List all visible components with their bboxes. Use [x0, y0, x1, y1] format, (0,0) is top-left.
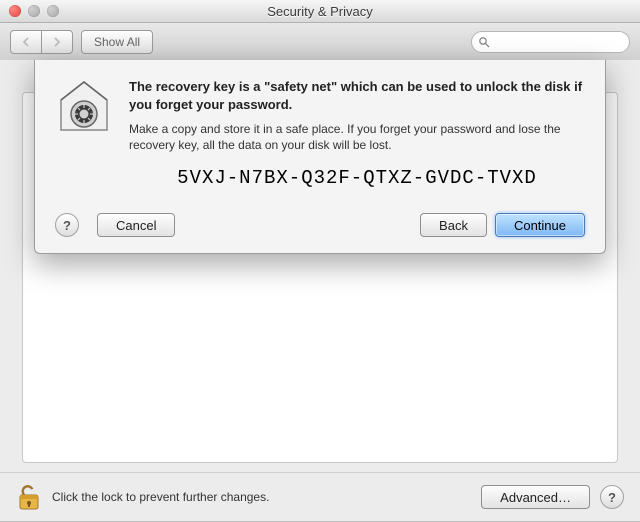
window-title: Security & Privacy: [0, 4, 640, 19]
cancel-label: Cancel: [116, 218, 156, 233]
continue-button[interactable]: Continue: [495, 213, 585, 237]
bottom-bar: Click the lock to prevent further change…: [0, 472, 640, 521]
back-label: Back: [439, 218, 468, 233]
lock-text: Click the lock to prevent further change…: [52, 490, 269, 504]
chevron-left-icon: [21, 37, 31, 47]
lock-icon[interactable]: [16, 482, 42, 512]
help-label: ?: [63, 218, 71, 233]
advanced-label: Advanced…: [500, 490, 571, 505]
help-button[interactable]: ?: [55, 213, 79, 237]
nav-segment: [10, 30, 73, 54]
search-field[interactable]: [471, 31, 630, 53]
forward-nav-button[interactable]: [42, 30, 73, 54]
titlebar: Security & Privacy: [0, 0, 640, 23]
show-all-button[interactable]: Show All: [81, 30, 153, 54]
search-input[interactable]: [494, 34, 640, 50]
cancel-button[interactable]: Cancel: [97, 213, 175, 237]
recovery-key-sheet: The recovery key is a "safety net" which…: [34, 60, 606, 254]
back-nav-button[interactable]: [10, 30, 42, 54]
back-button[interactable]: Back: [420, 213, 487, 237]
help-button-bottom[interactable]: ?: [600, 485, 624, 509]
sheet-heading: The recovery key is a "safety net" which…: [129, 78, 585, 113]
continue-label: Continue: [514, 218, 566, 233]
sheet-subtext: Make a copy and store it in a safe place…: [129, 121, 585, 153]
content-area: ?: [0, 60, 640, 473]
search-icon: [478, 36, 490, 48]
recovery-key-value: 5VXJ-N7BX-Q32F-QTXZ-GVDC-TVXD: [129, 167, 585, 189]
help-label-bottom: ?: [608, 490, 616, 505]
preferences-window: Security & Privacy Show All: [0, 0, 640, 522]
chevron-right-icon: [52, 37, 62, 47]
filevault-icon: [55, 78, 113, 199]
show-all-label: Show All: [94, 35, 140, 49]
toolbar: Show All: [0, 23, 640, 62]
advanced-button[interactable]: Advanced…: [481, 485, 590, 509]
